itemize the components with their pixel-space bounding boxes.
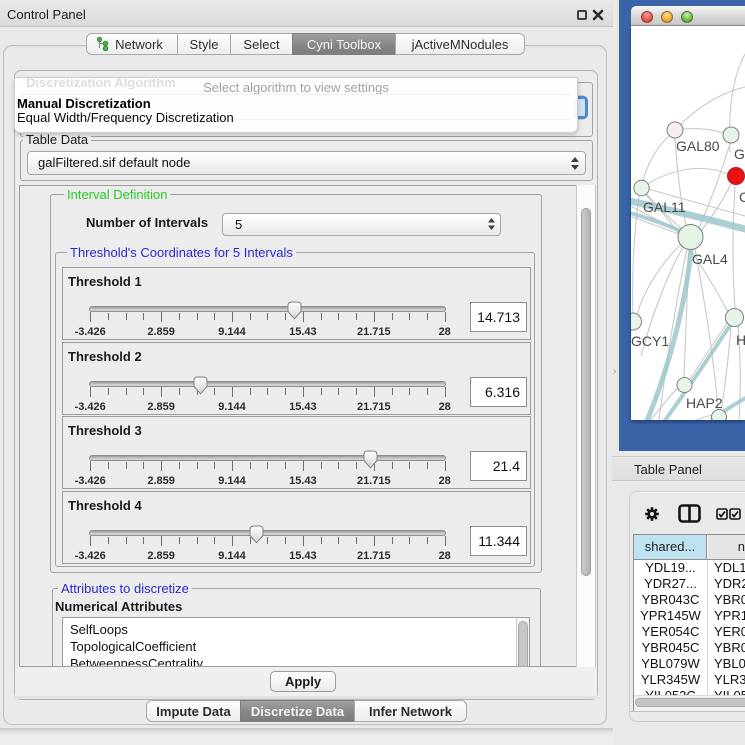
svg-text:GAL11: GAL11	[643, 199, 686, 215]
svg-text:HAP2: HAP2	[686, 395, 723, 411]
svg-text:GCY1: GCY1	[631, 333, 669, 349]
svg-text:GA: GA	[734, 146, 745, 162]
svg-text:CY: CY	[739, 189, 745, 205]
svg-text:GAL4: GAL4	[692, 251, 728, 267]
svg-text:GAL80: GAL80	[676, 138, 720, 154]
svg-text:H: H	[736, 332, 745, 348]
